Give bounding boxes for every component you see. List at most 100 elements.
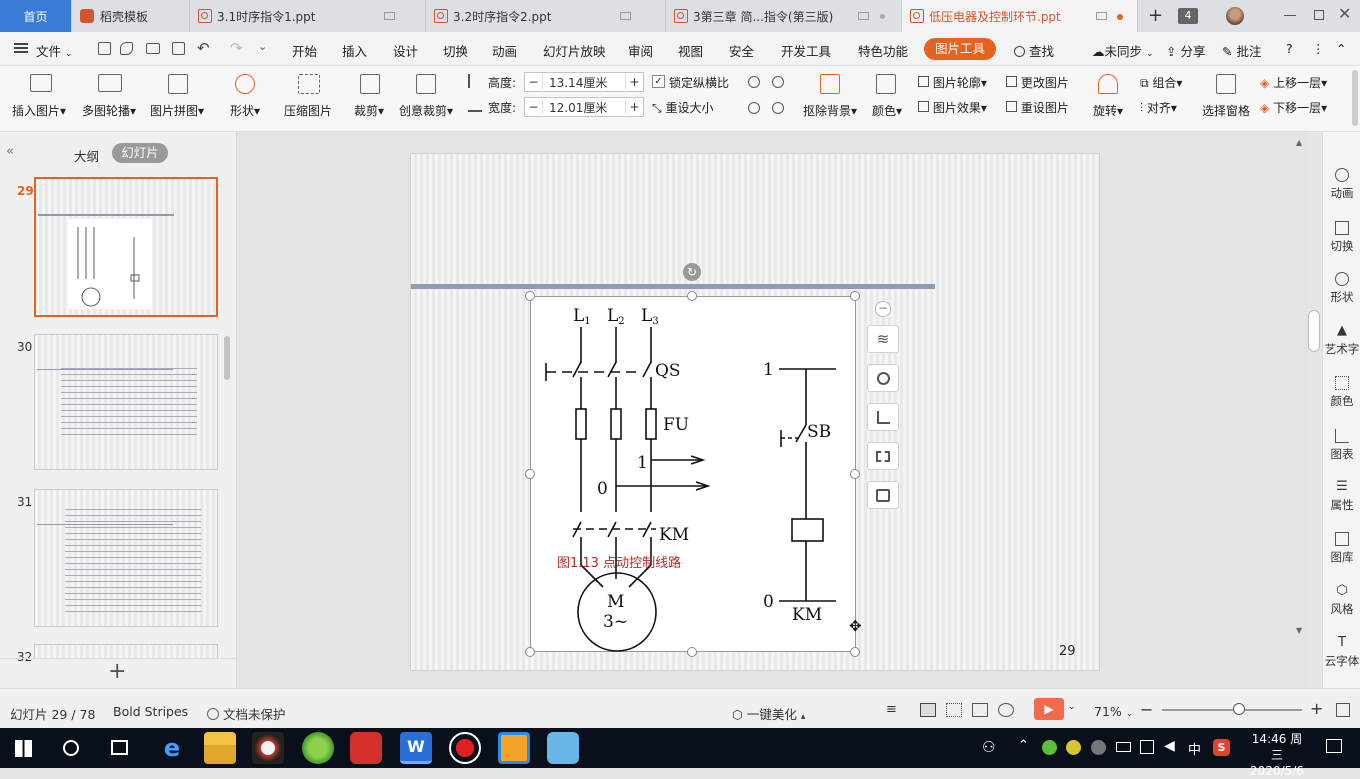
menu-item-transition[interactable]: 切换	[443, 41, 468, 60]
slide-thumbnail-29[interactable]	[34, 177, 218, 317]
more-options-icon[interactable]: ⋮	[1312, 41, 1325, 56]
circuit-picture[interactable]: L1 L2 L3 QS FU 1 0 KM M 3~ 1 SB 0 KM 图1.…	[530, 296, 856, 652]
minimize-button[interactable]	[1284, 15, 1296, 16]
netease-music-icon[interactable]	[350, 732, 382, 764]
slide-thumbnail-31[interactable]	[34, 489, 218, 627]
new-tab-button[interactable]: +	[1148, 5, 1163, 26]
reading-view-icon[interactable]	[972, 703, 988, 717]
rotate-button[interactable]: 旋转▾	[1093, 102, 1123, 119]
sogou-ime-icon[interactable]: S	[1213, 739, 1230, 756]
notes-toggle-icon[interactable]: ≡	[886, 702, 897, 717]
zoom-in-button[interactable]: +	[1310, 699, 1323, 718]
menu-item-slideshow[interactable]: 幻灯片放映	[543, 41, 606, 60]
clock[interactable]: 14:46 周三 2020/5/6	[1246, 731, 1308, 779]
notification-icon[interactable]	[1326, 739, 1342, 753]
align-button[interactable]: ⫶ 对齐▾	[1140, 99, 1177, 116]
remote-app-icon[interactable]	[498, 732, 530, 764]
width-value[interactable]: 12.01厘米	[543, 99, 625, 116]
resize-handle-w[interactable]	[525, 469, 535, 479]
screen-recorder-icon[interactable]	[449, 732, 481, 764]
plus-icon[interactable]: +	[625, 100, 643, 114]
hamburger-icon[interactable]	[14, 43, 28, 53]
zoom-out-button[interactable]: −	[1140, 700, 1153, 719]
picture-outline-button[interactable]: 图片轮廓▾	[918, 74, 987, 91]
task-view-icon[interactable]	[111, 740, 128, 755]
add-slide-button[interactable]: +	[108, 661, 126, 683]
bring-forward-button[interactable]: ◈ 上移一层▾	[1260, 74, 1327, 91]
scroll-up-arrow[interactable]: ▲	[1296, 138, 1302, 147]
tab-home[interactable]: 首页	[0, 0, 72, 32]
resize-handle-e[interactable]	[850, 469, 860, 479]
zoom-slider-thumb[interactable]	[1233, 703, 1245, 715]
brightness-down-icon[interactable]	[748, 102, 760, 114]
sidebar-item-transition[interactable]: 切换	[1323, 221, 1360, 254]
shape-button[interactable]: 形状▾	[230, 102, 260, 119]
theme-name[interactable]: Bold Stripes	[113, 704, 188, 719]
avatar[interactable]	[1226, 7, 1244, 25]
contrast-down-icon[interactable]	[772, 102, 784, 114]
sidebar-item-gallery[interactable]: 图库	[1323, 532, 1360, 565]
crop-tool[interactable]	[867, 403, 899, 431]
creative-crop-button[interactable]: 创意裁剪▾	[399, 102, 453, 119]
rotate-handle-icon[interactable]: ↻	[683, 263, 701, 281]
ime-indicator[interactable]: 中	[1188, 739, 1201, 758]
collapse-panel-icon[interactable]: «	[6, 144, 14, 159]
menu-item-design[interactable]: 设计	[393, 41, 418, 60]
sidebar-item-wordart[interactable]: ▲ 艺术字	[1323, 324, 1360, 357]
minus-icon[interactable]: −	[525, 100, 543, 114]
windows-start-icon[interactable]	[15, 740, 32, 757]
battery-icon[interactable]	[1116, 742, 1131, 752]
resize-handle-se[interactable]	[850, 647, 860, 657]
resize-handle-n[interactable]	[687, 291, 697, 301]
sidebar-item-properties[interactable]: ☰ 属性	[1323, 480, 1360, 513]
menu-item-view[interactable]: 视图	[678, 41, 703, 60]
save-icon[interactable]	[98, 42, 111, 55]
canvas-scrollbar[interactable]	[1308, 310, 1320, 352]
app-icon[interactable]	[252, 732, 284, 764]
slide-thumbnail-30[interactable]	[34, 334, 218, 470]
tray-sync-icon[interactable]	[1091, 740, 1106, 755]
beautify-button[interactable]: ⬡ 一键美化 ▴	[732, 704, 805, 723]
resize-handle-nw[interactable]	[525, 291, 535, 301]
image-tool[interactable]	[867, 442, 899, 470]
network-icon[interactable]	[1140, 740, 1154, 754]
minus-icon[interactable]: −	[525, 75, 543, 89]
fit-window-icon[interactable]	[1336, 703, 1350, 717]
zoom-percent[interactable]: 71% ⌄	[1094, 704, 1133, 719]
menu-item-start[interactable]: 开始	[292, 41, 317, 60]
menu-item-picture-tools[interactable]: 图片工具	[924, 38, 996, 60]
share-button[interactable]: ⇪ 分享	[1166, 41, 1205, 60]
play-button[interactable]: ▶	[1034, 698, 1064, 720]
crop-button[interactable]: 裁剪▾	[354, 102, 384, 119]
height-value[interactable]: 13.14厘米	[543, 74, 625, 91]
presenter-view-icon[interactable]	[998, 703, 1014, 717]
tab-doc1[interactable]: 3.1时序指令1.ppt	[190, 0, 426, 32]
change-picture-button[interactable]: 更改图片	[1006, 74, 1069, 91]
group-button[interactable]: ⧉ 组合▾	[1140, 74, 1182, 91]
multi-outline-button[interactable]: 多图轮播▾	[82, 102, 136, 119]
select-pane-button[interactable]: 选择窗格	[1202, 102, 1250, 119]
protect-status[interactable]: 文档未保护	[207, 704, 286, 723]
outline-tab[interactable]: 大纲	[74, 146, 99, 165]
contrast-up-icon[interactable]	[772, 76, 784, 88]
menu-item-security[interactable]: 安全	[729, 41, 754, 60]
file-menu[interactable]: 文件 ⌄	[36, 41, 73, 60]
panel-scrollbar[interactable]	[224, 336, 230, 380]
zoom-tool[interactable]	[867, 364, 899, 392]
sidebar-item-animation[interactable]: 动画	[1323, 168, 1360, 201]
export-icon[interactable]	[120, 42, 133, 55]
zoom-slider[interactable]	[1162, 703, 1302, 715]
360-browser-icon[interactable]	[302, 732, 334, 764]
menu-item-insert[interactable]: 插入	[342, 41, 367, 60]
search-button[interactable]: 查找	[1014, 41, 1054, 60]
compress-button[interactable]: 压缩图片	[284, 102, 332, 119]
sidebar-item-color[interactable]: 颜色	[1323, 376, 1360, 409]
picture-effect-button[interactable]: 图片效果▾	[918, 99, 987, 116]
remove-bg-button[interactable]: 抠除背景▾	[803, 102, 857, 119]
play-dropdown-icon[interactable]: ⌄	[1068, 702, 1076, 712]
tab-doc3[interactable]: 3第三章 简...指令(第三版)	[666, 0, 902, 32]
resize-handle-s[interactable]	[687, 647, 697, 657]
wps-writer-icon[interactable]: W	[400, 732, 432, 764]
volume-icon[interactable]: ◀	[1164, 738, 1175, 754]
redo-icon[interactable]: ↷	[230, 39, 243, 57]
